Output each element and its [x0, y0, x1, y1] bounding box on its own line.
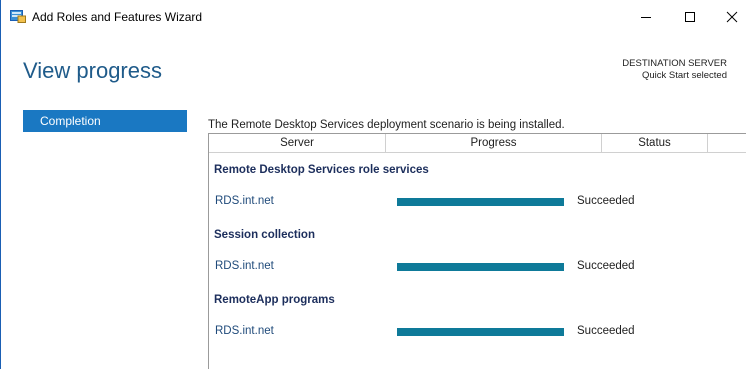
column-header-progress[interactable]: Progress — [386, 134, 602, 153]
destination-label: DESTINATION SERVER — [622, 58, 727, 69]
window-title: Add Roles and Features Wizard — [32, 10, 203, 24]
maximize-icon — [685, 11, 695, 22]
progress-bar — [397, 328, 564, 336]
table-row: RDS.int.net Succeeded — [214, 193, 734, 213]
column-header-server[interactable]: Server — [209, 134, 386, 153]
server-manager-icon — [10, 9, 26, 23]
group-title: Session collection — [214, 229, 315, 241]
wizard-window: Add Roles and Features Wizard View progr… — [0, 0, 746, 369]
wizard-nav: Completion — [23, 110, 187, 132]
nav-item-completion[interactable]: Completion — [23, 110, 187, 132]
group-title: RemoteApp programs — [214, 294, 335, 306]
group-title: Remote Desktop Services role services — [214, 164, 429, 176]
grid-header: Server Progress Status — [209, 134, 746, 153]
status-text: Succeeded — [577, 325, 635, 337]
close-button[interactable] — [709, 0, 746, 33]
server-name: RDS.int.net — [215, 325, 274, 337]
table-row: RDS.int.net Succeeded — [214, 258, 734, 278]
minimize-icon — [641, 16, 651, 18]
table-row: RDS.int.net Succeeded — [214, 323, 734, 343]
maximize-button[interactable] — [667, 0, 713, 33]
progress-bar — [397, 263, 564, 271]
close-icon — [726, 11, 738, 22]
progress-bar — [397, 198, 564, 206]
page-title: View progress — [23, 58, 162, 83]
result-group: Session collection RDS.int.net Succeeded — [214, 227, 734, 278]
title-bar[interactable]: Add Roles and Features Wizard — [1, 0, 746, 33]
minimize-button[interactable] — [623, 0, 669, 33]
column-header-status[interactable]: Status — [602, 134, 708, 153]
intro-text: The Remote Desktop Services deployment s… — [208, 119, 565, 131]
server-name: RDS.int.net — [215, 195, 274, 207]
result-group: Remote Desktop Services role services RD… — [214, 162, 734, 213]
destination-server-info: DESTINATION SERVER Quick Start selected — [622, 58, 727, 82]
status-text: Succeeded — [577, 260, 635, 272]
server-name: RDS.int.net — [215, 260, 274, 272]
status-text: Succeeded — [577, 195, 635, 207]
progress-results-grid: Server Progress Status Remote Desktop Se… — [208, 133, 746, 369]
destination-value: Quick Start selected — [641, 70, 727, 81]
result-group: RemoteApp programs RDS.int.net Succeeded — [214, 292, 734, 343]
